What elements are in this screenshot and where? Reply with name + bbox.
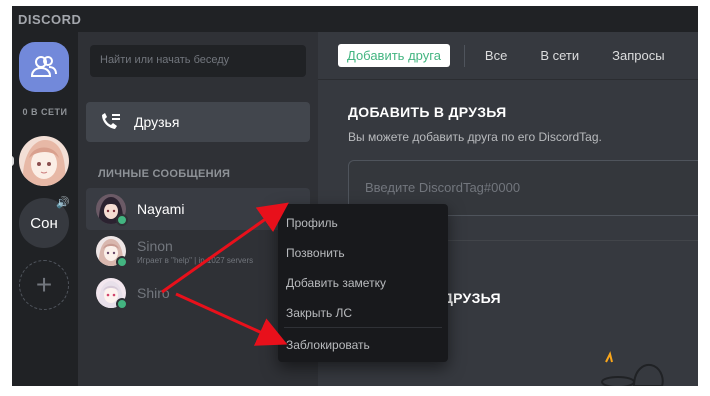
friends-label: Друзья [134, 114, 180, 130]
dm-item-nayami[interactable]: Nayami × [86, 188, 310, 230]
menu-item-block[interactable]: Заблокировать [286, 338, 370, 352]
menu-item-close-dm[interactable]: Закрыть ЛС [286, 306, 352, 320]
friends-wave-icon [102, 113, 120, 129]
tab-divider [463, 44, 465, 67]
add-server-button[interactable]: + [19, 260, 69, 310]
avatar [96, 236, 128, 268]
sidebar-item-friends[interactable]: Друзья [86, 102, 310, 142]
dm-activity: Играет в "help" | in 1027 servers [137, 255, 254, 265]
server-avatar-anime[interactable] [19, 136, 69, 186]
menu-item-call[interactable]: Позвонить [286, 246, 345, 260]
dm-name: Shiro [137, 285, 170, 301]
anime-server-icon [19, 136, 69, 186]
tab-requests[interactable]: Запросы [612, 48, 664, 63]
server-indicator-pill [12, 156, 14, 166]
title-bar: DISCORD [12, 6, 698, 32]
speaker-icon: 🔊 [56, 197, 70, 209]
discord-window: DISCORD 0 В СЕТИ Сон 🔊 + Найти или начат… [12, 6, 698, 386]
home-button[interactable] [19, 42, 69, 92]
dm-section-header: ЛИЧНЫЕ СООБЩЕНИЯ [98, 168, 231, 180]
tab-add-friend[interactable]: Добавить друга [338, 44, 450, 67]
menu-item-add-note[interactable]: Добавить заметку [286, 276, 386, 290]
tab-online[interactable]: В сети [540, 48, 579, 63]
tab-all[interactable]: Все [485, 48, 507, 63]
online-status-dot [116, 256, 128, 268]
online-status-dot [116, 298, 128, 310]
menu-divider [284, 327, 442, 328]
dm-context-menu: Профиль Позвонить Добавить заметку Закры… [278, 204, 448, 362]
dm-item-sinon[interactable]: Sinon Играет в "help" | in 1027 servers [86, 230, 310, 272]
search-input[interactable]: Найти или начать беседу [90, 45, 306, 77]
avatar [96, 194, 128, 226]
add-friend-title: ДОБАВИТЬ В ДРУЗЬЯ [348, 104, 507, 120]
brand-logo: DISCORD [18, 12, 82, 27]
online-status-dot [116, 214, 128, 226]
add-friend-description: Вы можете добавить друга по его DiscordT… [348, 130, 602, 144]
plus-icon: + [35, 269, 53, 300]
dm-item-shiro[interactable]: Shiro [86, 272, 310, 314]
dm-name: Nayami [137, 201, 185, 217]
server-son-label: Сон [30, 214, 58, 232]
menu-item-profile[interactable]: Профиль [286, 216, 338, 230]
friends-home-icon [30, 56, 57, 77]
dm-name: Sinon [137, 237, 173, 254]
server-list: 0 В СЕТИ Сон 🔊 + [12, 32, 78, 386]
wumpus-illustration-icon [601, 351, 664, 386]
friends-tabs: Добавить друга Все В сети Запросы [318, 32, 698, 80]
online-count: 0 В СЕТИ [22, 107, 68, 117]
avatar [96, 278, 128, 310]
